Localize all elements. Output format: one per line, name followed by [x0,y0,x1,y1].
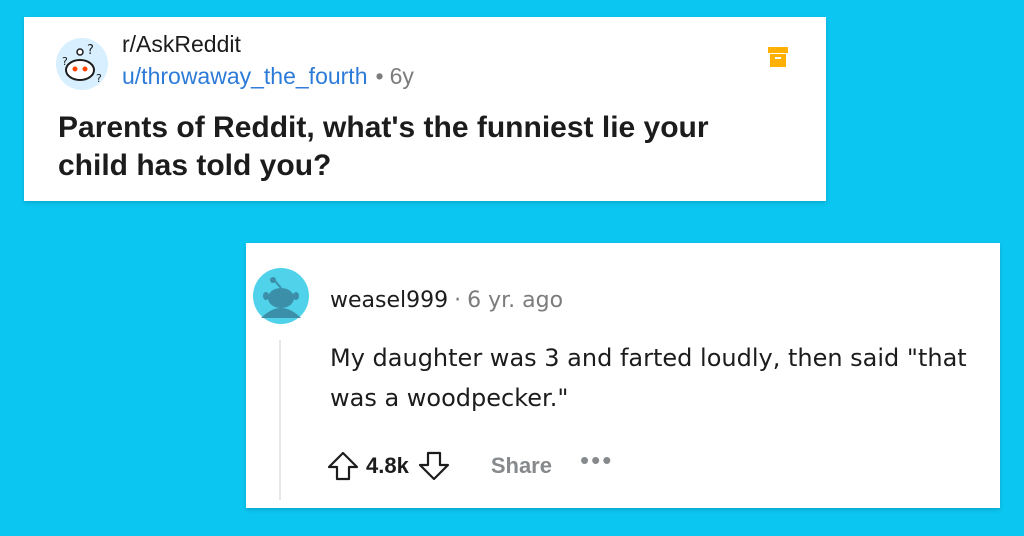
comment-author[interactable]: weasel999 [330,288,448,313]
more-options-button[interactable]: ••• [580,447,613,473]
upvote-icon[interactable] [326,449,360,483]
thread-line[interactable] [279,340,281,500]
svg-text:?: ? [87,43,94,58]
downvote-icon[interactable] [417,449,451,483]
comment-action-bar: 4.8k Share ••• [326,447,613,484]
archive-icon [768,47,788,67]
meta-separator: • [375,63,384,89]
meta-separator: · [454,288,462,313]
post-title[interactable]: Parents of Reddit, what's the funniest l… [58,109,778,185]
comment-meta: weasel999 · 6 yr. ago [330,288,563,313]
post-author-link[interactable]: u/throwaway_the_fourth [122,63,368,89]
post-meta: u/throwaway_the_fourth • 6y [122,63,414,90]
vote-score: 4.8k [366,453,409,478]
user-avatar-icon[interactable] [253,268,309,324]
subreddit-name[interactable]: r/AskReddit [122,31,241,58]
share-button[interactable]: Share [491,453,552,479]
svg-text:?: ? [62,55,68,68]
comment-card: weasel999 · 6 yr. ago My daughter was 3 an… [246,243,1000,508]
svg-text:?: ? [96,72,102,85]
comment-age: 6 yr. ago [467,288,564,313]
comment-body: My daughter was 3 and farted loudly, the… [330,344,967,412]
subreddit-avatar-icon[interactable]: ? ? ? [56,38,108,90]
post-card: ? ? ? r/AskReddit u/throwaway_the_fourth… [24,17,826,201]
post-age: 6y [389,63,414,89]
